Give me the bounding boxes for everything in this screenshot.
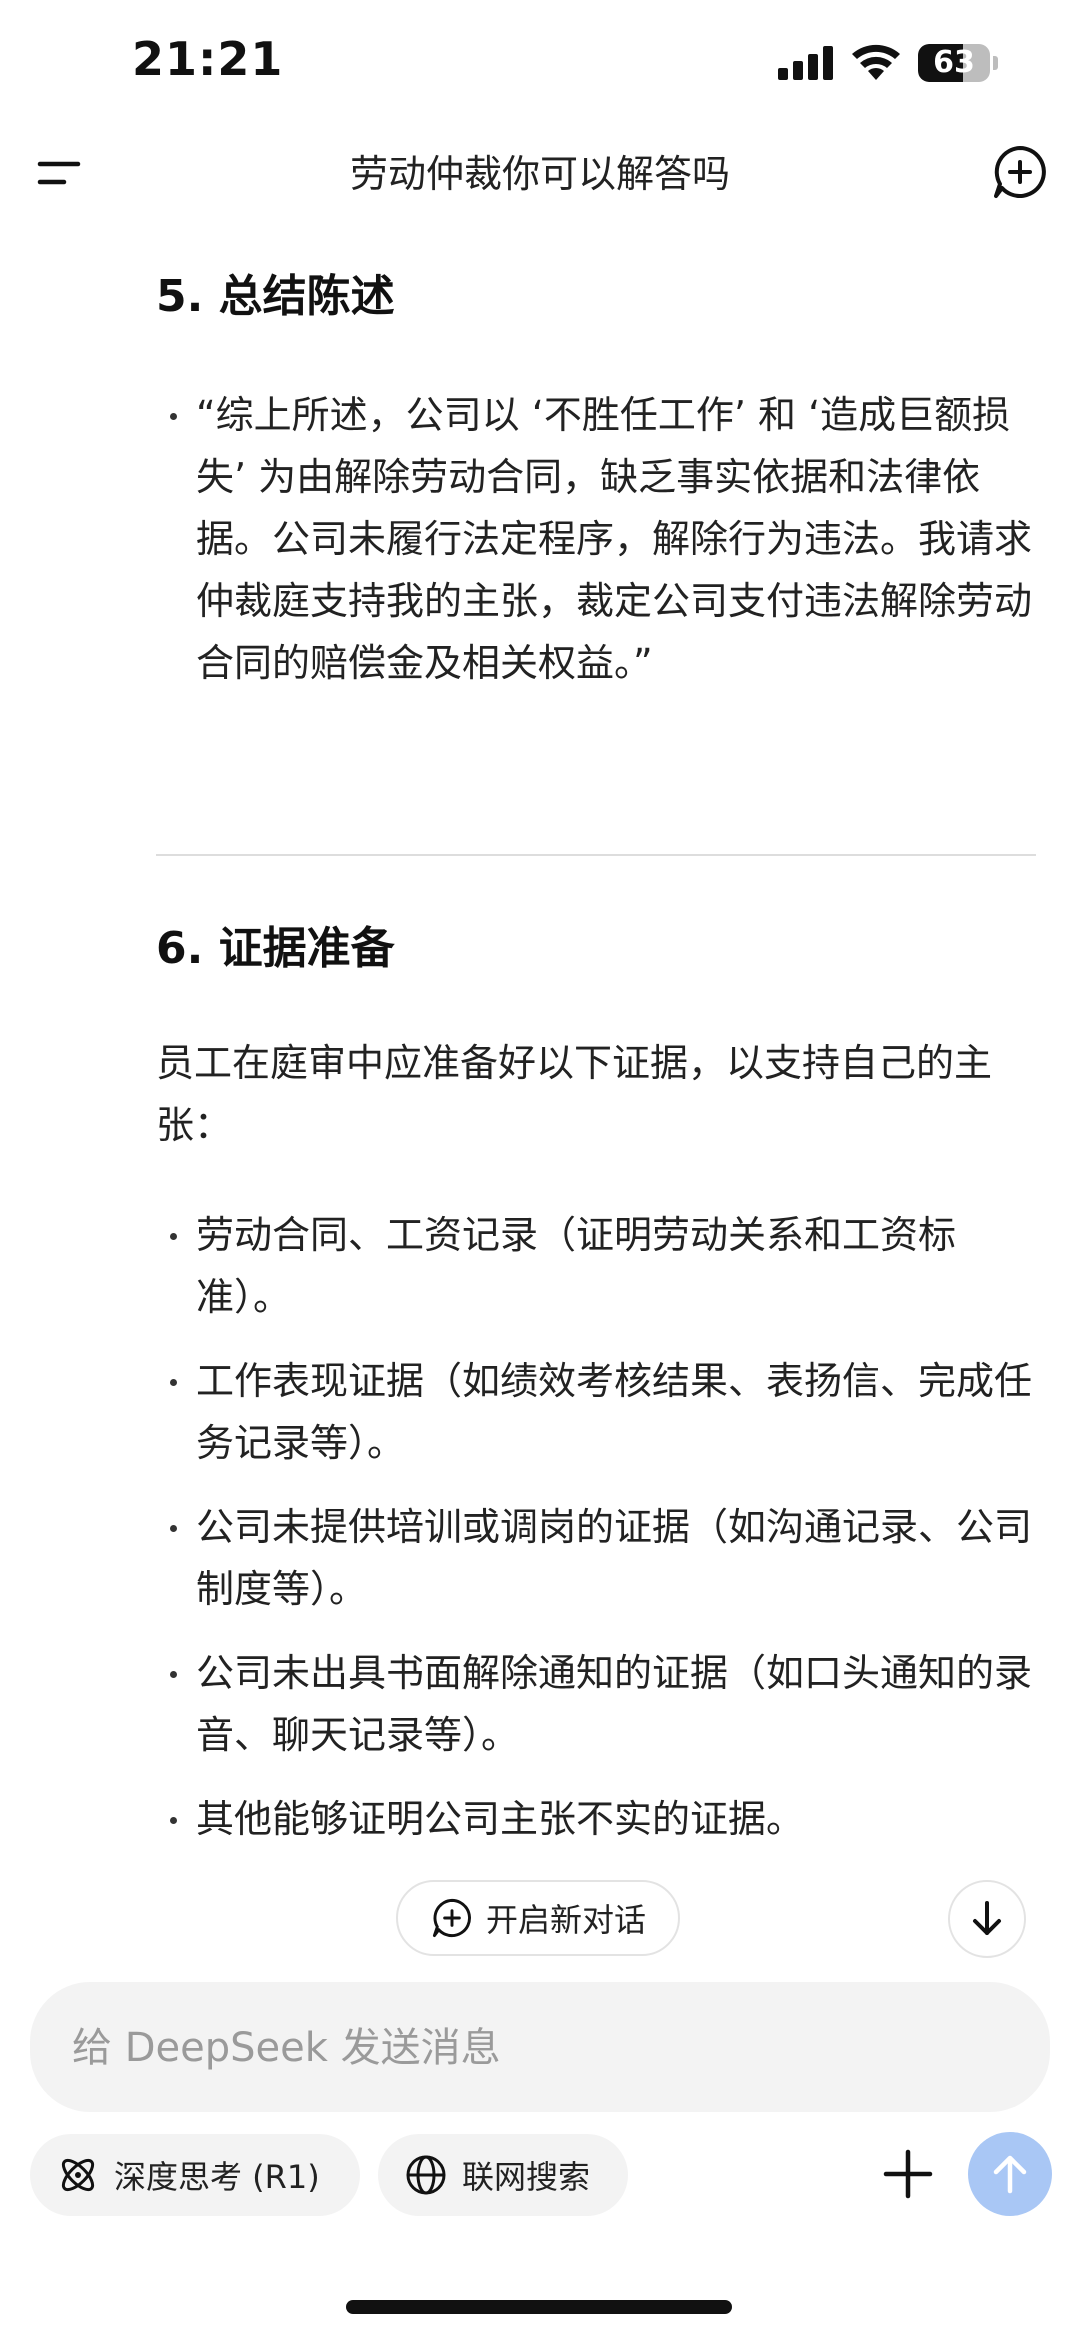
list-item-text: 工作表现证据（如绩效考核结果、表扬信、完成任务记录等）。 [196,1359,1033,1465]
status-time: 21:21 [132,32,284,86]
arrow-up-icon [993,2155,1027,2194]
list-item: “综上所述，公司以 ‘不胜任工作’ 和 ‘造成巨额损失’ 为由解除劳动合同，缺乏… [156,384,1036,694]
globe-icon [406,2155,446,2195]
cellular-signal-icon [778,46,833,80]
bullet-icon [170,413,177,420]
assistant-message: 5. 总结陈述 “综上所述，公司以 ‘不胜任工作’ 和 ‘造成巨额损失’ 为由解… [0,218,1080,1908]
section-divider [156,854,1036,856]
bullet-icon [170,1671,177,1678]
start-new-chat-button[interactable]: 开启新对话 [396,1880,680,1956]
list-item: 公司未提供培训或调岗的证据（如沟通记录、公司制度等）。 [156,1496,1036,1620]
bullet-icon [170,1379,177,1386]
list-item: 其他能够证明公司主张不实的证据。 [156,1788,1036,1850]
scroll-to-bottom-button[interactable] [948,1880,1026,1958]
send-button[interactable] [968,2132,1052,2216]
deep-think-toggle[interactable]: 深度思考 (R1) [30,2134,360,2216]
message-input[interactable] [70,1982,1014,2114]
list-item-text: 其他能够证明公司主张不实的证据。 [196,1797,805,1841]
list-item-text: 公司未提供培训或调岗的证据（如沟通记录、公司制度等）。 [196,1505,1033,1611]
new-chat-icon [432,1898,471,1938]
bullet-icon [170,1525,177,1532]
wifi-icon [852,44,900,80]
chat-header: 劳动仲裁你可以解答吗 [0,130,1080,218]
home-indicator [346,2300,732,2314]
web-search-toggle[interactable]: 联网搜索 [378,2134,628,2216]
section-heading-summary: 5. 总结陈述 [156,271,395,322]
section-heading-evidence: 6. 证据准备 [156,923,395,974]
bullet-icon [170,1817,177,1824]
battery-level: 63 [933,45,975,80]
start-new-chat-label: 开启新对话 [485,1901,646,1939]
deep-think-label: 深度思考 (R1) [114,2158,320,2196]
new-chat-icon[interactable] [990,142,1050,202]
status-bar: 21:21 63 [0,0,1080,130]
list-item-text: 劳动合同、工资记录（证明劳动关系和工资标准）。 [196,1213,957,1319]
section-intro: 员工在庭审中应准备好以下证据，以支持自己的主张： [156,1041,993,1147]
list-item: 工作表现证据（如绩效考核结果、表扬信、完成任务记录等）。 [156,1350,1036,1474]
list-item-text: “综上所述，公司以 ‘不胜任工作’ 和 ‘造成巨额损失’ 为由解除劳动合同，缺乏… [196,393,1033,685]
bullet-icon [170,1233,177,1240]
arrow-down-icon [973,1901,1001,1935]
list-item: 劳动合同、工资记录（证明劳动关系和工资标准）。 [156,1204,1036,1328]
chat-title: 劳动仲裁你可以解答吗 [349,152,730,196]
list-item-text: 公司未出具书面解除通知的证据（如口头通知的录音、聊天记录等）。 [196,1651,1033,1757]
atom-icon [61,2158,95,2192]
list-item: 公司未出具书面解除通知的证据（如口头通知的录音、聊天记录等）。 [156,1642,1036,1766]
web-search-label: 联网搜索 [462,2158,591,2196]
attach-plus-icon[interactable] [876,2142,940,2206]
battery-icon: 63 [918,44,1000,84]
message-input-container[interactable] [30,1982,1050,2114]
